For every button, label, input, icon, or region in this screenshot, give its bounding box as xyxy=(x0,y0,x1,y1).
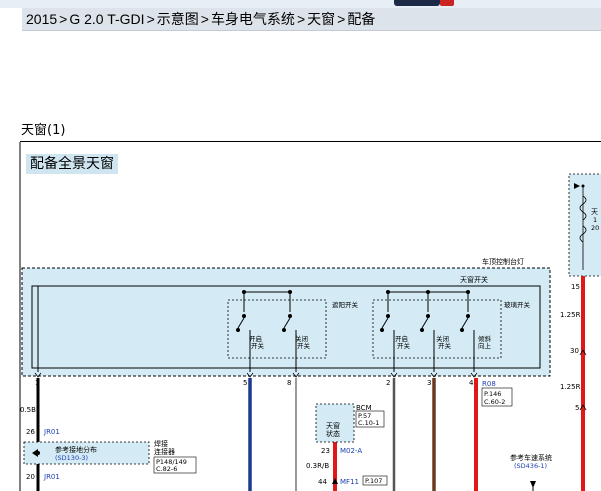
diagram-title: 天窗(1) xyxy=(20,122,601,142)
bcm-ref2: P.107 xyxy=(365,477,382,485)
breadcrumb-item-engine[interactable]: G 2.0 T-GDI xyxy=(69,11,144,27)
awning-close-label-line: 开关 xyxy=(297,341,311,350)
breadcrumb-item-equipped[interactable]: 配备 xyxy=(347,11,375,27)
breadcrumb-separator: > xyxy=(200,11,209,27)
joint-connector-code2: C.82-6 xyxy=(156,465,177,473)
bcm-pin-23: 23 xyxy=(321,447,330,455)
right-wire-size-2: 1.25R xyxy=(560,383,581,391)
app-top-banner xyxy=(0,0,601,8)
breadcrumb-item-sunroof[interactable]: 天窗 xyxy=(307,11,335,27)
pin-5: 5 xyxy=(243,379,247,387)
r08-code2: C.60-2 xyxy=(484,398,505,406)
bcm-connector: M02-A xyxy=(340,447,362,455)
ground-ref-code[interactable]: (SD130-3) xyxy=(55,454,88,462)
relay-code: 20 xyxy=(591,224,599,232)
bcm-wire-size: 0.3R/B xyxy=(306,462,329,470)
breadcrumb-separator: > xyxy=(146,11,155,27)
bcm-status-label-line: 状态 xyxy=(326,429,340,438)
glass-switch-label: 玻璃开关 xyxy=(504,300,531,309)
glass-open-label-line: 开关 xyxy=(397,341,411,350)
overhead-console-module xyxy=(21,267,551,377)
breadcrumb-item-schematic[interactable]: 示意图 xyxy=(157,11,199,27)
wire-size-left: 0.5B xyxy=(20,406,36,414)
section-label: 配备全景天窗 xyxy=(26,154,118,174)
breadcrumb-separator: > xyxy=(337,11,346,27)
joint-connector-label-line: 焊接 xyxy=(154,439,168,448)
glass-close-label-line: 开关 xyxy=(438,341,452,350)
awning-switch-label: 遮阳开关 xyxy=(332,300,359,309)
arrow-up-icon xyxy=(332,478,338,484)
wiring-diagram: 车顶控制台灯 天窗开关 遮阳开关 玻璃开关 开启开关 关闭开关 开启开关 关闭开… xyxy=(0,142,601,491)
pin-2: 2 xyxy=(386,379,390,387)
overhead-console-label: 车顶控制台灯 xyxy=(482,257,524,266)
bcm-status-label: 天窗状态 xyxy=(326,421,340,438)
pin-8: 8 xyxy=(287,379,291,387)
breadcrumb-separator: > xyxy=(59,11,68,27)
bcm-pin-44: 44 xyxy=(318,478,327,486)
breadcrumb: 2015 > G 2.0 T-GDI > 示意图 > 车身电气系统 > 天窗 > 配备 xyxy=(22,8,601,31)
relay-num: 1 xyxy=(593,216,597,224)
connector-jr01-bottom: JR01 xyxy=(43,473,60,481)
right-pin-5: 5 xyxy=(575,404,579,412)
sunroof-switch-label: 天窗开关 xyxy=(460,275,488,284)
connector-jr01-top: JR01 xyxy=(43,428,60,436)
vehicle-speed-label: 参考车速系统 xyxy=(510,453,552,462)
wiring-diagram-svg: 车顶控制台灯 天窗开关 遮阳开关 玻璃开关 开启开关 关闭开关 开启开关 关闭开… xyxy=(19,142,601,491)
r08-code1: P.146 xyxy=(484,390,501,398)
joint-connector-label-line: 连接器 xyxy=(154,447,175,456)
joint-connector-label: 焊接连接器 xyxy=(154,439,175,456)
ground-ref-label: 参考接地分布 xyxy=(55,445,97,454)
splice-node xyxy=(36,451,40,455)
right-wire-size-1: 1.25R xyxy=(560,311,581,319)
vehicle-speed-code[interactable]: (SD436-1) xyxy=(514,462,547,470)
relay-label-top: 天 xyxy=(591,208,598,216)
pin-4: 4 xyxy=(469,379,474,387)
pin-20: 20 xyxy=(26,473,35,481)
right-pin-30: 30 xyxy=(570,347,579,355)
brand-logo-accent xyxy=(440,0,454,6)
brand-logo xyxy=(394,0,440,6)
pin-3: 3 xyxy=(427,379,431,387)
glass-tilt-label-line: 向上 xyxy=(478,341,492,350)
pin-26: 26 xyxy=(26,428,35,436)
breadcrumb-item-year[interactable]: 2015 xyxy=(26,11,57,27)
bcm-status-label-line: 天窗 xyxy=(326,421,340,430)
breadcrumb-item-body-electrical[interactable]: 车身电气系统 xyxy=(211,11,295,27)
awning-open-label-line: 开关 xyxy=(251,341,265,350)
connector-r08: R08 xyxy=(482,380,496,388)
bcm-code2: C.10-1 xyxy=(358,419,379,427)
bcm-connector-mf11: MF11 xyxy=(340,478,359,486)
glass-tilt-label: 倾斜向上 xyxy=(478,334,492,350)
right-pin-15: 15 xyxy=(571,283,580,291)
breadcrumb-separator: > xyxy=(296,11,306,27)
